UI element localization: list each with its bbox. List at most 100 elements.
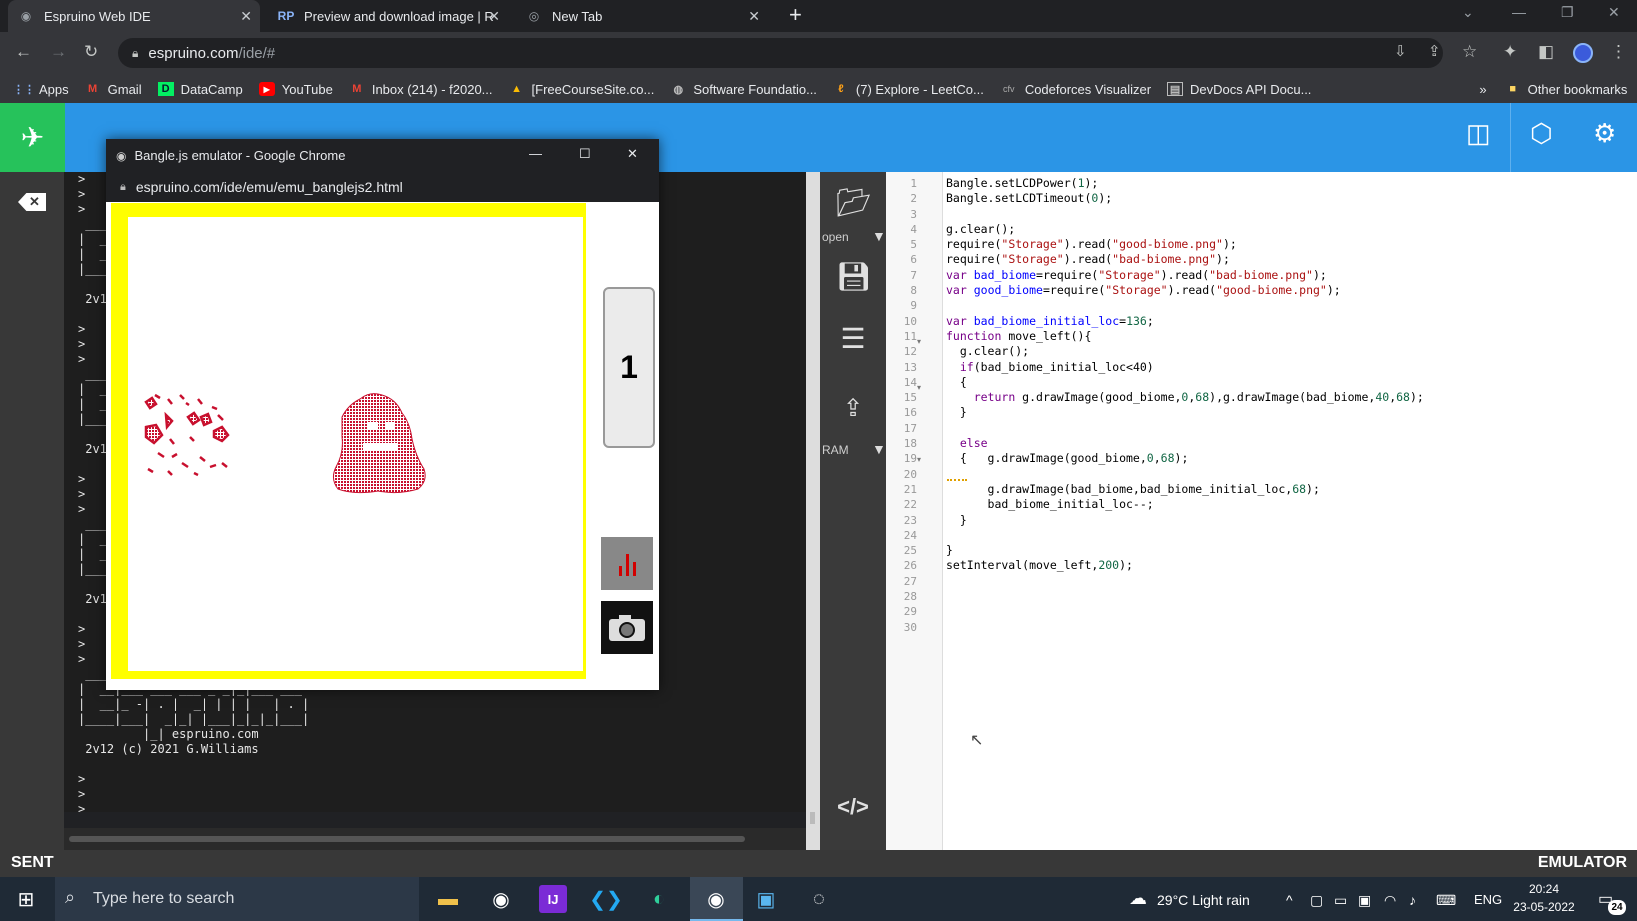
line-number: 20 xyxy=(903,467,917,481)
bookmark-devdocs[interactable]: ▤ DevDocs API Docu... xyxy=(1167,82,1311,97)
bangle-lcd-screen[interactable] xyxy=(128,217,583,671)
send-to-device-icon[interactable]: ⇪ xyxy=(836,394,870,423)
devdocs-icon: ▤ xyxy=(1167,82,1184,96)
tray-chevron-icon[interactable]: ^ xyxy=(1286,892,1293,908)
open-folder-icon[interactable]: 📂︎ xyxy=(836,186,872,219)
bookmark-leetcode[interactable]: ℓ (7) Explore - LeetCo... xyxy=(833,82,984,97)
obs-icon[interactable]: ◌ xyxy=(805,885,833,913)
taskbar-search-box[interactable]: ⌕ Type here to search xyxy=(55,877,419,921)
code-line: g.drawImage(bad_biome,bad_biome_initial_… xyxy=(946,481,1320,496)
forward-arrow-icon[interactable]: → xyxy=(50,42,67,62)
reload-icon[interactable]: ↻ xyxy=(84,42,98,62)
status-right[interactable]: EMULATOR xyxy=(1538,854,1627,872)
volume-icon[interactable]: ♪ xyxy=(1409,892,1416,908)
minimize-icon[interactable]: — xyxy=(529,146,542,161)
minimize-icon[interactable]: — xyxy=(1512,4,1526,20)
clock[interactable]: 20:24 23-05-2022 xyxy=(1508,880,1580,916)
tab-preview-download[interactable]: RP Preview and download image | R ✕ xyxy=(268,0,508,32)
edge-icon[interactable]: ◐ xyxy=(645,885,673,913)
settings-gear-icon[interactable]: ⚙ xyxy=(1593,118,1616,149)
header-divider xyxy=(1510,103,1511,172)
bookmark-star-icon[interactable]: ☆ xyxy=(1462,42,1477,62)
file-explorer-icon[interactable]: ▬ xyxy=(434,885,462,913)
line-number: 10 xyxy=(903,314,917,328)
extensions-puzzle-icon[interactable]: ✦ xyxy=(1503,42,1517,62)
ram-dropdown-arrow-icon[interactable]: ▼ xyxy=(872,441,886,457)
line-number: 5 xyxy=(910,238,917,252)
pane-splitter[interactable] xyxy=(806,172,820,850)
ide-connect-logo-icon[interactable]: ✈ xyxy=(0,103,65,172)
bar-icon-right xyxy=(632,562,636,576)
bookmark-codeforces-visualizer[interactable]: cfv Codeforces Visualizer xyxy=(1000,82,1151,97)
address-bar[interactable]: 🔒︎ espruino.com/ide/# xyxy=(118,38,1443,68)
more-bookmarks-chevron[interactable]: » xyxy=(1479,82,1486,97)
save-disk-icon[interactable]: 💾︎ xyxy=(836,260,872,293)
code-line: } xyxy=(946,543,953,558)
vscode-icon[interactable]: ❮❯ xyxy=(589,885,623,913)
bookmark-inbox[interactable]: M Inbox (214) - f2020... xyxy=(349,82,492,97)
fold-arrow-icon[interactable]: ▾ xyxy=(917,455,921,464)
bookmark-datacamp[interactable]: D DataCamp xyxy=(157,82,243,97)
display-icon[interactable]: ▣ xyxy=(1358,892,1371,909)
bookmark-software-foundations[interactable]: ◍ Software Foundatio... xyxy=(670,82,817,97)
wifi-icon[interactable]: ◠ xyxy=(1384,892,1396,909)
meet-icon[interactable]: ▢ xyxy=(1310,892,1323,909)
close-icon[interactable]: ✕ xyxy=(627,146,638,162)
code-blocks-toggle-icon[interactable]: </> xyxy=(836,794,870,820)
database-upload-icon[interactable]: ☰ xyxy=(836,322,870,355)
watch-button-1[interactable]: 1 xyxy=(603,287,655,448)
chrome-icon[interactable]: ◉ xyxy=(487,885,515,913)
screenshot-camera-button[interactable] xyxy=(601,601,653,654)
install-icon[interactable]: ⇩ xyxy=(1394,42,1407,60)
chrome-active-icon[interactable]: ◉ xyxy=(702,885,730,913)
close-window-icon[interactable]: ✕ xyxy=(1608,4,1620,21)
fold-arrow-icon[interactable]: ▾ xyxy=(917,383,921,392)
kebab-menu-icon[interactable]: ⋮ xyxy=(1610,42,1627,62)
restore-icon[interactable]: ❐ xyxy=(1561,4,1574,21)
keyboard-icon[interactable]: ⌨ xyxy=(1436,892,1456,909)
new-tab-plus-icon[interactable]: + xyxy=(789,2,802,28)
side-panel-icon[interactable]: ◧ xyxy=(1538,42,1554,62)
tab-close-icon[interactable]: ✕ xyxy=(488,8,500,25)
windows-start-icon[interactable]: ⊞ xyxy=(12,885,40,913)
line-number: 18 xyxy=(903,437,917,451)
fold-arrow-icon[interactable]: ▾ xyxy=(917,337,921,346)
profile-avatar[interactable] xyxy=(1573,43,1593,63)
bookmark-freecoursesite[interactable]: ▲ [FreeCourseSite.co... xyxy=(509,82,654,97)
other-bookmarks-folder[interactable]: ■ Other bookmarks xyxy=(1505,82,1627,97)
tab-close-icon[interactable]: ✕ xyxy=(240,8,252,25)
flasher-icon[interactable]: ⬡ xyxy=(1530,118,1553,149)
weather-text[interactable]: 29°C Light rain xyxy=(1157,892,1250,908)
tab-espruino-ide[interactable]: ◉ Espruino Web IDE ✕ xyxy=(8,0,260,32)
bar-icon-left xyxy=(618,566,622,576)
code-editor[interactable]: Bangle.setLCDPower(1); Bangle.setLCDTimeo… xyxy=(943,172,1637,850)
biome-sprites-drawing xyxy=(144,393,426,494)
tab-search-chevron-icon[interactable]: ⌄ xyxy=(1462,4,1474,21)
browser-tab-strip: ◉ Espruino Web IDE ✕ RP Preview and down… xyxy=(0,0,1637,32)
bookmark-apps[interactable]: ⋮⋮ Apps xyxy=(13,82,69,97)
tab-close-icon[interactable]: ✕ xyxy=(748,8,760,25)
share-icon[interactable]: ⇪ xyxy=(1428,42,1441,60)
tab-new-tab[interactable]: ◎ New Tab ✕ xyxy=(516,0,768,32)
stats-button[interactable] xyxy=(601,537,653,590)
scrollbar-thumb[interactable] xyxy=(69,836,745,842)
terminal-horizontal-scrollbar[interactable] xyxy=(64,828,806,850)
open-dropdown-arrow-icon[interactable]: ▼ xyxy=(872,228,886,244)
intellij-icon[interactable]: IJ xyxy=(539,885,567,913)
code-line: require("Storage").read("bad-biome.png")… xyxy=(946,252,1230,267)
battery-icon[interactable]: ▭ xyxy=(1334,892,1347,909)
split-view-icon[interactable]: ◫ xyxy=(1466,118,1491,149)
splitter-grip[interactable] xyxy=(810,812,815,824)
tab-label: Preview and download image | R xyxy=(304,8,494,24)
photos-icon[interactable]: ▣ xyxy=(752,885,780,913)
language-indicator[interactable]: ENG xyxy=(1474,892,1502,907)
back-arrow-icon[interactable]: ← xyxy=(15,42,32,62)
bookmark-youtube[interactable]: ▶ YouTube xyxy=(258,82,333,97)
maximize-icon[interactable]: ☐ xyxy=(579,146,591,162)
emulator-titlebar[interactable]: ◉ Bangle.js emulator - Google Chrome — ☐… xyxy=(106,139,659,172)
line-number: 23 xyxy=(903,513,917,527)
line-number: 29 xyxy=(903,605,917,619)
bookmark-gmail[interactable]: M Gmail xyxy=(85,82,142,97)
